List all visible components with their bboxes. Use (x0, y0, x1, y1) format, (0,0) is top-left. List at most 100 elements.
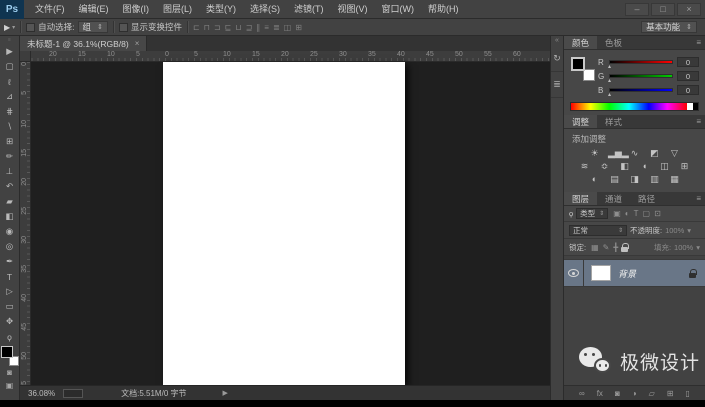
hue-saturation-icon[interactable]: ≋ (578, 161, 591, 172)
channel-slider[interactable]: ▴ (608, 60, 673, 70)
color-balance-icon[interactable]: ≎ (598, 161, 611, 172)
distribute-left-icon[interactable]: ∥ (256, 23, 260, 32)
tab-close-icon[interactable]: × (135, 39, 140, 48)
expand-panels-icon[interactable]: « (555, 36, 559, 46)
lock-all-icon[interactable] (621, 242, 630, 252)
history-brush-tool[interactable]: ↶ (0, 179, 19, 194)
layer-mask-icon[interactable]: ◙ (615, 389, 620, 398)
quick-selection-tool[interactable]: ⊿ (0, 89, 19, 104)
tab-paths[interactable]: 路径 (630, 192, 663, 205)
type-tool[interactable]: T (0, 269, 19, 284)
align-right-edges-icon[interactable]: ⊐ (214, 23, 221, 32)
zoom-field[interactable] (63, 388, 84, 398)
new-layer-icon[interactable]: ⊞ (667, 389, 674, 398)
foreground-color-swatch[interactable] (0, 346, 13, 358)
link-layers-icon[interactable]: ∞ (579, 389, 585, 398)
align-vertical-centers-icon[interactable]: ⊔ (235, 23, 241, 32)
menu-item[interactable]: 图像(I) (116, 0, 157, 19)
screen-mode-icon[interactable]: ▣ (6, 379, 14, 392)
path-selection-tool[interactable]: ▷ (0, 284, 19, 299)
pen-tool[interactable]: ✒ (0, 254, 19, 269)
menu-item[interactable]: 类型(Y) (199, 0, 243, 19)
levels-icon[interactable]: ▂▅▂ (608, 148, 629, 159)
zoom-level[interactable]: 36.08% (28, 389, 55, 398)
channel-slider[interactable]: ▴ (608, 74, 673, 84)
filter-type-layers-icon[interactable]: T (634, 209, 639, 218)
blur-tool[interactable]: ◉ (0, 224, 19, 239)
filter-pixel-layers-icon[interactable]: ▣ (613, 209, 621, 218)
panel-menu-icon[interactable]: ≡ (692, 36, 705, 49)
dropdown-arrow-icon[interactable]: ▾ (696, 243, 700, 252)
visibility-cell[interactable] (564, 260, 584, 286)
properties-panel-icon[interactable]: ≣ (550, 72, 564, 98)
channel-value[interactable]: 0 (677, 57, 699, 67)
distribute-right-icon[interactable]: ≣ (273, 23, 280, 32)
brush-tool[interactable]: ✏ (0, 149, 19, 164)
close-icon[interactable]: × (677, 2, 701, 16)
document-canvas[interactable] (163, 62, 405, 385)
workspace-dropdown[interactable]: 基本功能 ⇕ (641, 21, 697, 33)
shape-tool[interactable]: ▭ (0, 299, 19, 314)
zoom-tool[interactable]: ϙ (0, 329, 19, 344)
gradient-tool[interactable]: ◧ (0, 209, 19, 224)
posterize-icon[interactable]: ▤ (608, 174, 621, 185)
auto-select-checkbox[interactable] (26, 22, 36, 32)
canvas-viewport[interactable]: 20 15 10 5 0 5 10 15 20 25 30 35 40 45 50 55 60 0 5 10 15 20… (20, 51, 550, 385)
curves-icon[interactable]: ∿ (628, 148, 641, 159)
lock-position-icon[interactable]: ╋ (613, 243, 618, 252)
align-bottom-edges-icon[interactable]: ⊒ (246, 23, 253, 32)
history-panel-icon[interactable]: ↻ (550, 46, 564, 72)
dodge-tool[interactable]: ◎ (0, 239, 19, 254)
maximize-icon[interactable]: □ (651, 2, 675, 16)
eyedropper-tool[interactable]: ∖ (0, 119, 19, 134)
brightness-contrast-icon[interactable]: ☀ (588, 148, 601, 159)
channel-value[interactable]: 0 (677, 85, 699, 95)
menu-item[interactable]: 帮助(H) (421, 0, 466, 19)
menu-item[interactable]: 选择(S) (243, 0, 287, 19)
new-group-icon[interactable]: ▱ (649, 389, 655, 398)
menu-item[interactable]: 窗口(W) (375, 0, 422, 19)
menu-item[interactable]: 编辑(E) (72, 0, 116, 19)
fill-value[interactable]: 100% (674, 243, 693, 252)
crop-tool[interactable]: ⋕ (0, 104, 19, 119)
filter-adjustment-layers-icon[interactable]: ◐ (625, 209, 630, 218)
clone-stamp-tool[interactable]: ⊥ (0, 164, 19, 179)
color-spectrum-bar[interactable] (570, 102, 699, 111)
move-tool[interactable]: ▶ (0, 44, 19, 59)
menu-item[interactable]: 滤镜(T) (287, 0, 331, 19)
slider-thumb-icon[interactable]: ▴ (608, 63, 611, 70)
exposure-icon[interactable]: ◩ (648, 148, 661, 159)
tab-styles[interactable]: 样式 (597, 115, 630, 128)
layer-style-icon[interactable]: fx (597, 389, 603, 398)
toolbar-grip[interactable]: ≡ (8, 36, 11, 44)
auto-align-layers-icon[interactable]: ◫ (284, 23, 292, 32)
filter-shape-layers-icon[interactable]: ▢ (643, 209, 651, 218)
invert-icon[interactable]: ◐ (588, 174, 601, 185)
search-icon[interactable]: ϙ (569, 209, 573, 218)
hand-tool[interactable]: ✥ (0, 314, 19, 329)
tab-channels[interactable]: 通道 (597, 192, 630, 205)
align-top-edges-icon[interactable]: ⊑ (225, 23, 232, 32)
align-left-edges-icon[interactable]: ⊏ (193, 23, 200, 32)
align-horizontal-centers-icon[interactable]: ⊓ (204, 23, 210, 32)
blend-mode-dropdown[interactable]: 正常 ⇕ (569, 224, 627, 236)
lock-image-pixels-icon[interactable]: ✎ (603, 243, 610, 252)
layer-thumbnail[interactable] (591, 265, 611, 281)
color-swatches[interactable] (0, 346, 19, 366)
dropdown-arrow-icon[interactable]: ▾ (687, 226, 691, 235)
channel-mixer-icon[interactable]: ◫ (658, 161, 671, 172)
arrange-3d-icon[interactable]: ⊞ (295, 23, 302, 32)
slider-thumb-icon[interactable]: ▴ (608, 77, 611, 84)
tab-adjustments[interactable]: 调整 (564, 115, 598, 128)
distribute-centers-icon[interactable]: ≡ (264, 23, 269, 32)
tab-swatches[interactable]: 色板 (597, 36, 630, 49)
tab-color[interactable]: 颜色 (564, 36, 598, 49)
auto-select-dropdown[interactable]: 组 ⇕ (77, 21, 108, 33)
panel-color-swatches[interactable] (571, 57, 595, 81)
spectrum-black[interactable] (693, 103, 698, 110)
slider-thumb-icon[interactable]: ▴ (608, 91, 611, 98)
status-expand-icon[interactable]: ▶ (223, 389, 228, 397)
spectrum-gradient[interactable] (571, 103, 687, 110)
photo-filter-icon[interactable]: ◖ (638, 161, 651, 172)
lasso-tool[interactable]: ℓ (0, 74, 19, 89)
